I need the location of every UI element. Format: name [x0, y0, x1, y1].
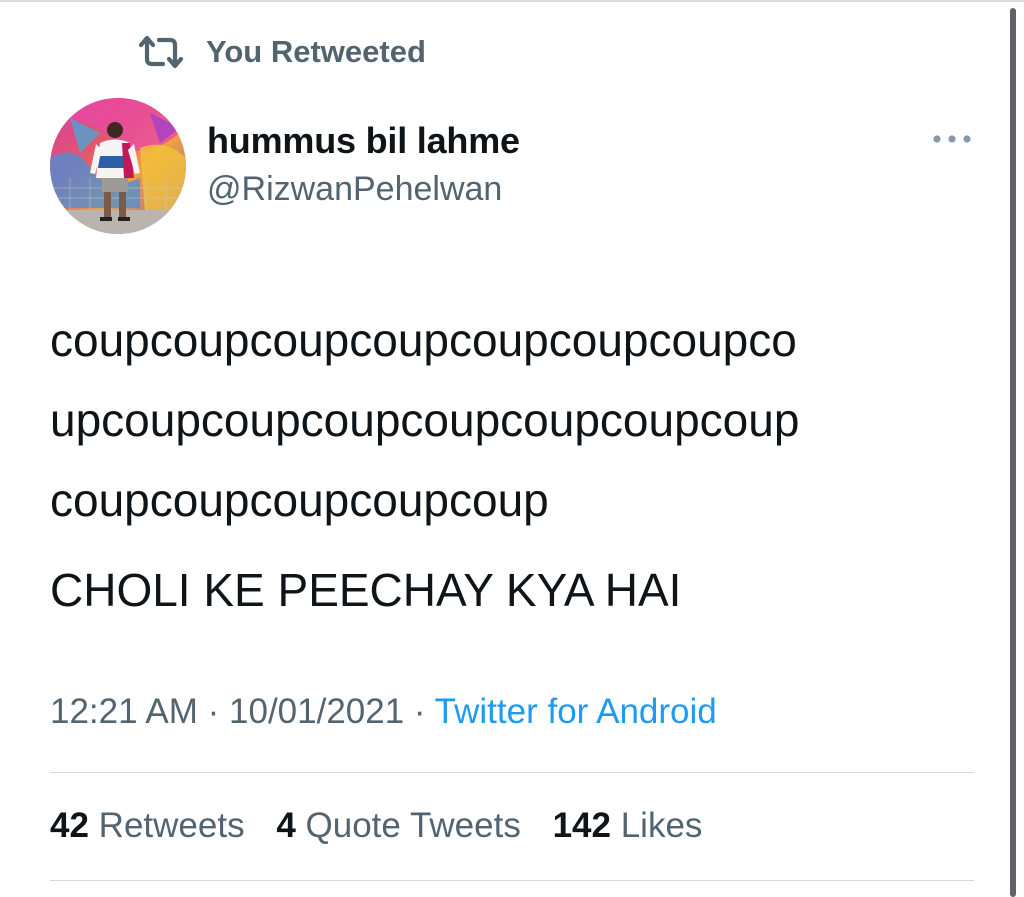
tweet-meta: 12:21 AM · 10/01/2021 · Twitter for Andr… [50, 692, 717, 732]
tweet-text: coupcoupcoupcoupcoupcoupcoupco upcoupcou… [50, 300, 980, 630]
avatar[interactable] [50, 98, 186, 234]
meta-separator: · [413, 692, 426, 731]
retweets-count: 42 [50, 806, 89, 845]
retweet-label: You Retweeted [206, 34, 426, 69]
scrollbar[interactable] [1010, 8, 1016, 897]
tweet-time[interactable]: 12:21 AM [50, 692, 198, 731]
likes-stat[interactable]: 142 Likes [553, 806, 703, 845]
tweet-text-line: coupcoupcoupcoupcoup [50, 474, 549, 526]
more-options-button[interactable] [930, 128, 974, 152]
tweet-text-line: coupcoupcoupcoupcoupcoupcoupco [50, 314, 797, 366]
retweets-label: Retweets [98, 806, 245, 845]
quote-tweets-count: 4 [276, 806, 296, 845]
tweet-stats: 42 Retweets 4 Quote Tweets 142 Likes [50, 806, 724, 846]
tweet-text-line: upcoupcoupcoupcoupcoupcoupcoup [50, 394, 800, 446]
retweets-stat[interactable]: 42 Retweets [50, 806, 245, 845]
author-name[interactable]: hummus bil lahme [207, 120, 520, 162]
tweet-source-link[interactable]: Twitter for Android [435, 692, 717, 731]
divider [50, 880, 974, 881]
meta-separator: · [207, 692, 220, 731]
retweet-context: You Retweeted [138, 30, 426, 74]
quote-tweets-label: Quote Tweets [305, 806, 521, 845]
likes-count: 142 [552, 806, 611, 845]
tweet-text-line: CHOLI KE PEECHAY KYA HAI [50, 564, 682, 616]
more-horizontal-icon [932, 131, 972, 149]
author-handle[interactable]: @RizwanPehelwan [207, 170, 502, 209]
divider [50, 772, 974, 773]
quote-tweets-stat[interactable]: 4 Quote Tweets [276, 806, 521, 845]
likes-label: Likes [620, 806, 703, 845]
top-border [0, 0, 1024, 2]
retweet-icon [138, 32, 186, 72]
tweet-date[interactable]: 10/01/2021 [229, 692, 404, 731]
tweet-detail-screen: You Retweeted hummus bil lahme @RizwanPe… [0, 0, 1024, 897]
